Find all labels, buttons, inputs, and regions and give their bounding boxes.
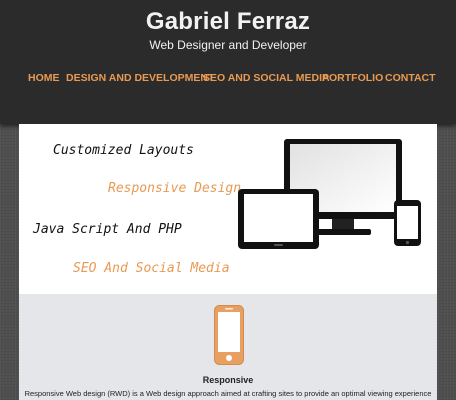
- nav-item-seo-and-social-media[interactable]: SEO AND SOCIAL MEDIA: [203, 72, 330, 84]
- tablet-icon: [238, 189, 319, 249]
- info-title: Responsive: [202, 375, 254, 385]
- hero-section: Customized Layouts Responsive Design Jav…: [19, 124, 437, 294]
- site-subtitle: Web Designer and Developer: [149, 38, 307, 52]
- site-title: Gabriel Ferraz: [145, 8, 311, 35]
- nav-item-portfolio[interactable]: PORTFOLIO: [322, 72, 383, 84]
- site-header: Gabriel Ferraz Web Designer and Develope…: [0, 0, 456, 124]
- nav-item-design-and-development[interactable]: DESIGN AND DEVELOPMENT: [66, 72, 214, 84]
- info-description: Responsive Web design (RWD) is a Web des…: [24, 389, 432, 398]
- tagline-seo-and-social-media: SEO And Social Media: [73, 261, 230, 276]
- tagline-customized-layouts: Customized Layouts: [53, 143, 194, 158]
- smartphone-icon: [214, 305, 244, 365]
- tagline-responsive-design: Responsive Design: [108, 181, 242, 196]
- nav-item-home[interactable]: HOME: [28, 72, 60, 84]
- info-section: Responsive Responsive Web design (RWD) i…: [19, 294, 437, 400]
- nav-item-contact[interactable]: CONTACT: [385, 72, 436, 84]
- devices-illustration: [238, 139, 421, 249]
- phone-icon: [394, 200, 421, 246]
- tagline-javascript-and-php: Java Script And PHP: [33, 222, 182, 237]
- main-nav: HOME DESIGN AND DEVELOPMENT SEO AND SOCI…: [0, 72, 456, 88]
